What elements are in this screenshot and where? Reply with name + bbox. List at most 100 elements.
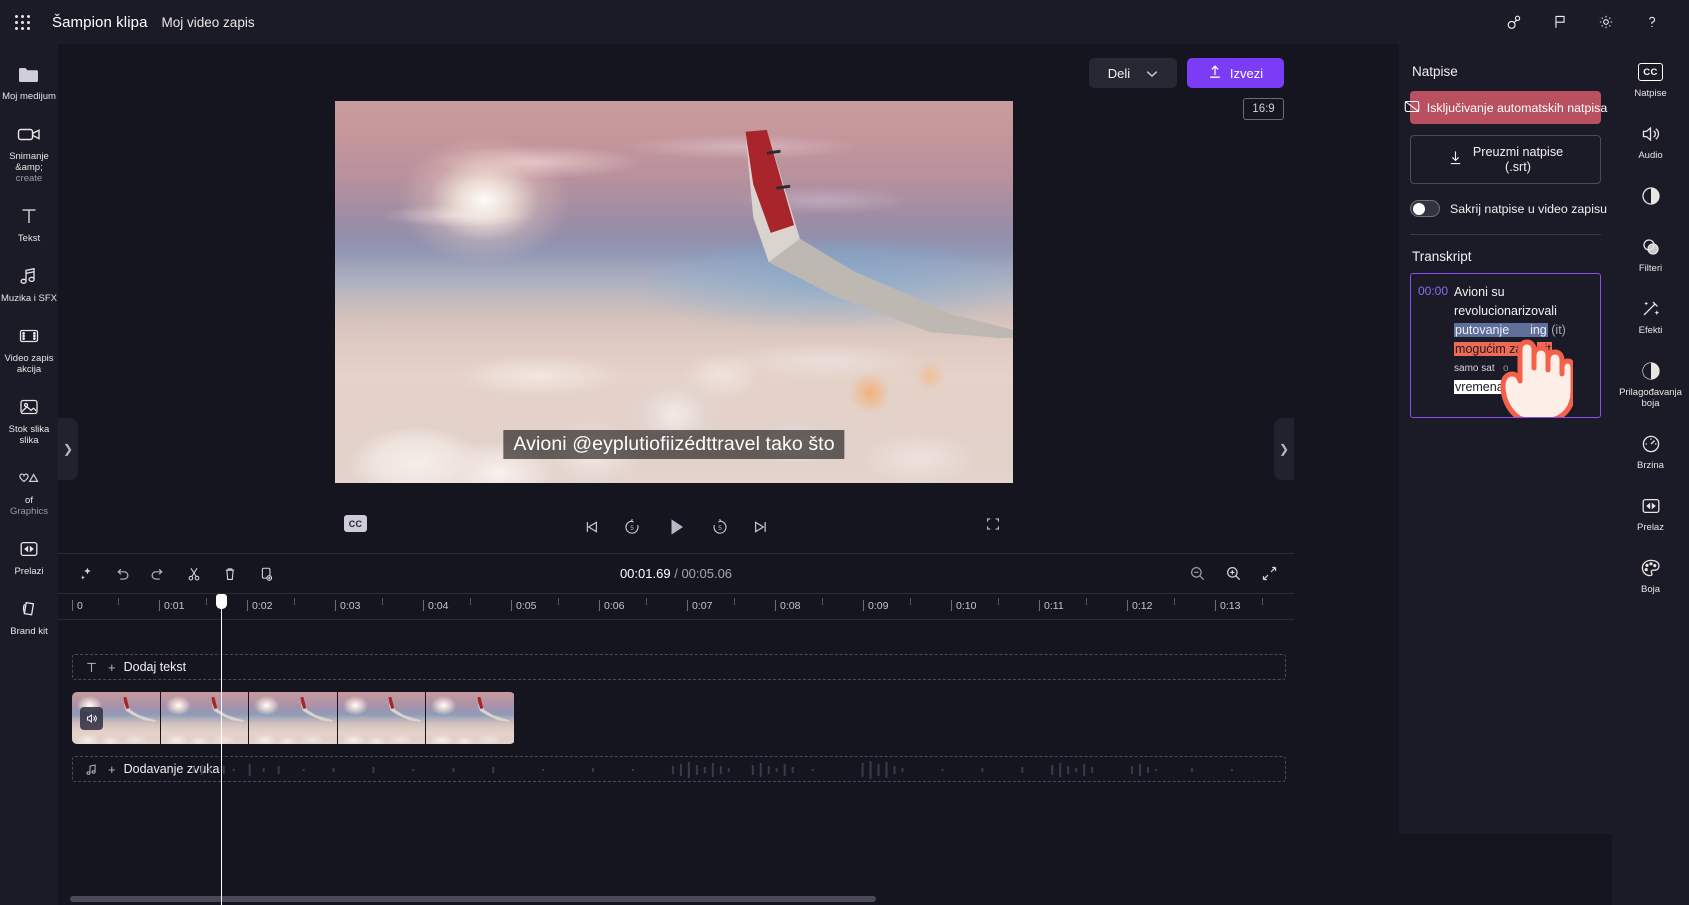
help-question-icon[interactable] <box>1629 0 1675 44</box>
rewind-5-seconds-button[interactable]: 5 <box>622 517 642 537</box>
magic-wand-effects-icon <box>1639 297 1663 321</box>
brand-kit-icon <box>17 596 41 622</box>
timeline-panel: 00:01.69 / 00:05.06 0 0:01 0:02 0:03 0:0… <box>58 553 1294 905</box>
svg-text:5: 5 <box>718 525 722 532</box>
transcript-line[interactable]: mogućim zaj u it <box>1454 340 1566 359</box>
tool-item-natpise[interactable]: CC Natpise <box>1612 52 1689 105</box>
tool-item-prilagodjavanja-boja[interactable]: Prilagođavanja boja <box>1612 351 1689 415</box>
tool-item-boja[interactable]: Boja <box>1612 548 1689 601</box>
skip-to-start-button[interactable] <box>582 518 600 536</box>
camera-video-icon <box>15 121 43 147</box>
people-share-icon[interactable] <box>1491 0 1537 44</box>
tool-label: Efekti <box>1638 325 1663 336</box>
redo-button[interactable] <box>144 560 172 588</box>
ai-sparkle-button[interactable] <box>72 560 100 588</box>
fullscreen-button[interactable] <box>984 515 1002 538</box>
add-audio-track[interactable]: + Dodavanje zvuka <box>72 756 1286 782</box>
music-note-icon <box>17 263 41 289</box>
fit-to-screen-button[interactable] <box>1257 562 1281 586</box>
undo-button[interactable] <box>108 560 136 588</box>
scrollbar-thumb[interactable] <box>70 896 876 902</box>
sidebar-item-video-zapis-akcija[interactable]: Video zapis akcija <box>0 316 58 381</box>
export-button[interactable]: Izvezi <box>1187 58 1284 88</box>
sidebar-item-muzika-sfx[interactable]: Muzika i SFX <box>0 256 58 310</box>
current-time: 00:01.69 <box>619 566 671 581</box>
gear-settings-icon[interactable] <box>1583 0 1629 44</box>
sidebar-item-tekst[interactable]: Tekst <box>0 196 58 250</box>
download-srt-button[interactable]: Preuzmi natpise (.srt) <box>1410 135 1601 184</box>
ruler-tick: 0:11 <box>1039 600 1064 612</box>
preview-area: Deli Izvezi 16:9 Avioni @eyplutiofiizédt… <box>58 44 1294 553</box>
sidebar-item-moj-medijum[interactable]: Moj medijum <box>0 54 58 108</box>
video-caption-overlay: Avioni @eyplutiofiizédttravel tako što <box>503 430 845 459</box>
transcript-text[interactable]: Avioni su revolucionarizovali putovanje … <box>1454 283 1566 397</box>
forward-5-seconds-button[interactable]: 5 <box>710 517 730 537</box>
transcript-line[interactable]: Avioni su <box>1454 283 1566 302</box>
sidebar-item-prelazi[interactable]: Prelazi <box>0 529 58 583</box>
ruler-tick: 0:10 <box>951 600 976 612</box>
captions-off-icon <box>1404 100 1420 116</box>
tool-label: Audio <box>1638 150 1663 161</box>
transcript-line[interactable]: vremena. it <box>1454 378 1566 397</box>
tool-label: Boja <box>1640 584 1660 595</box>
duplicate-button[interactable] <box>252 560 280 588</box>
collapse-right-panel-button[interactable]: ❯ <box>1274 418 1294 480</box>
transcript-editor[interactable]: 00:00 Avioni su revolucionarizovali puto… <box>1410 273 1601 418</box>
delete-trash-button[interactable] <box>216 560 244 588</box>
zoom-in-button[interactable] <box>1221 562 1245 586</box>
transcript-line[interactable]: putovanje ing (it) <box>1454 321 1566 340</box>
transcript-line[interactable]: revolucionarizovali <box>1454 302 1566 321</box>
captions-toggle-button[interactable]: CC <box>344 515 367 532</box>
add-text-track[interactable]: + Dodaj tekst <box>72 654 1286 680</box>
collapse-left-panel-button[interactable]: ❯ <box>58 418 78 480</box>
timeline-horizontal-scrollbar[interactable] <box>58 896 1294 902</box>
timeline-ruler[interactable]: 0 0:01 0:02 0:03 0:04 0:05 0:06 0:07 0:0… <box>58 594 1294 620</box>
tool-item-contrast[interactable] <box>1612 176 1689 218</box>
tool-item-prelaz[interactable]: Prelaz <box>1612 486 1689 539</box>
zoom-out-button[interactable] <box>1185 562 1209 586</box>
folder-icon <box>16 61 42 87</box>
clipchamp-editor-window: Šampion klipa Moj video zapis Moj mediju… <box>0 0 1689 905</box>
preview-top-actions: Deli Izvezi <box>1089 58 1284 88</box>
video-preview-canvas[interactable]: Avioni @eyplutiofiizédttravel tako što <box>335 101 1013 483</box>
tool-item-filteri[interactable]: Filteri <box>1612 227 1689 280</box>
sidebar-label: Moj medijum <box>2 91 56 102</box>
skip-to-end-button[interactable] <box>752 518 770 536</box>
video-clip[interactable] <box>72 692 515 744</box>
sidebar-item-stok-slika[interactable]: Stok slika slika <box>0 387 58 452</box>
tool-item-audio[interactable]: Audio <box>1612 114 1689 167</box>
speaker-audio-icon <box>1639 122 1663 146</box>
chevron-right-icon: ❯ <box>62 442 74 456</box>
tool-item-efekti[interactable]: Efekti <box>1612 289 1689 342</box>
sidebar-item-snimanje-create[interactable]: Snimanje &amp; create <box>0 114 58 190</box>
sidebar-item-brand-kit[interactable]: Brand kit <box>0 589 58 643</box>
disable-auto-captions-button[interactable]: Isključivanje automatskih natpisa <box>1404 91 1607 124</box>
aspect-ratio-badge[interactable]: 16:9 <box>1243 98 1284 120</box>
sidebar-label: Brand kit <box>10 626 48 637</box>
transcript-line[interactable]: samo sat o <box>1454 359 1566 378</box>
timeline-tracks: + Dodaj tekst + Dodavanje zvuka <box>58 620 1294 782</box>
panel-title: Natpise <box>1412 64 1458 79</box>
hide-captions-toggle-row[interactable]: Sakrij natpise u video zapisu <box>1410 200 1607 217</box>
sidebar-label: Tekst <box>17 233 41 244</box>
app-launcher-waffle-icon[interactable] <box>0 0 44 44</box>
flag-feedback-icon[interactable] <box>1537 0 1583 44</box>
hide-captions-toggle[interactable] <box>1410 200 1440 217</box>
tool-item-brzina[interactable]: Brzina <box>1612 424 1689 477</box>
project-title[interactable]: Moj video zapis <box>162 15 255 30</box>
airplane-wing <box>745 129 1013 338</box>
clip-thumbnail <box>160 692 250 744</box>
timeline-zoom-controls <box>1185 562 1281 586</box>
tool-label: Prelaz <box>1637 522 1664 533</box>
tool-label: Natpise <box>1634 88 1667 99</box>
split-scissors-button[interactable] <box>180 560 208 588</box>
transcript-timestamp: 00:00 <box>1418 284 1449 298</box>
sidebar-label: Stok slika <box>8 424 50 435</box>
ruler-tick: 0:03 <box>335 600 360 612</box>
ruler-tick: 0:12 <box>1127 600 1152 612</box>
share-button[interactable]: Deli <box>1089 58 1177 88</box>
palette-color-icon <box>1639 556 1663 580</box>
play-button[interactable] <box>664 515 688 539</box>
sidebar-label: of <box>25 495 33 506</box>
sidebar-item-graphics[interactable]: of Graphics <box>0 458 58 523</box>
